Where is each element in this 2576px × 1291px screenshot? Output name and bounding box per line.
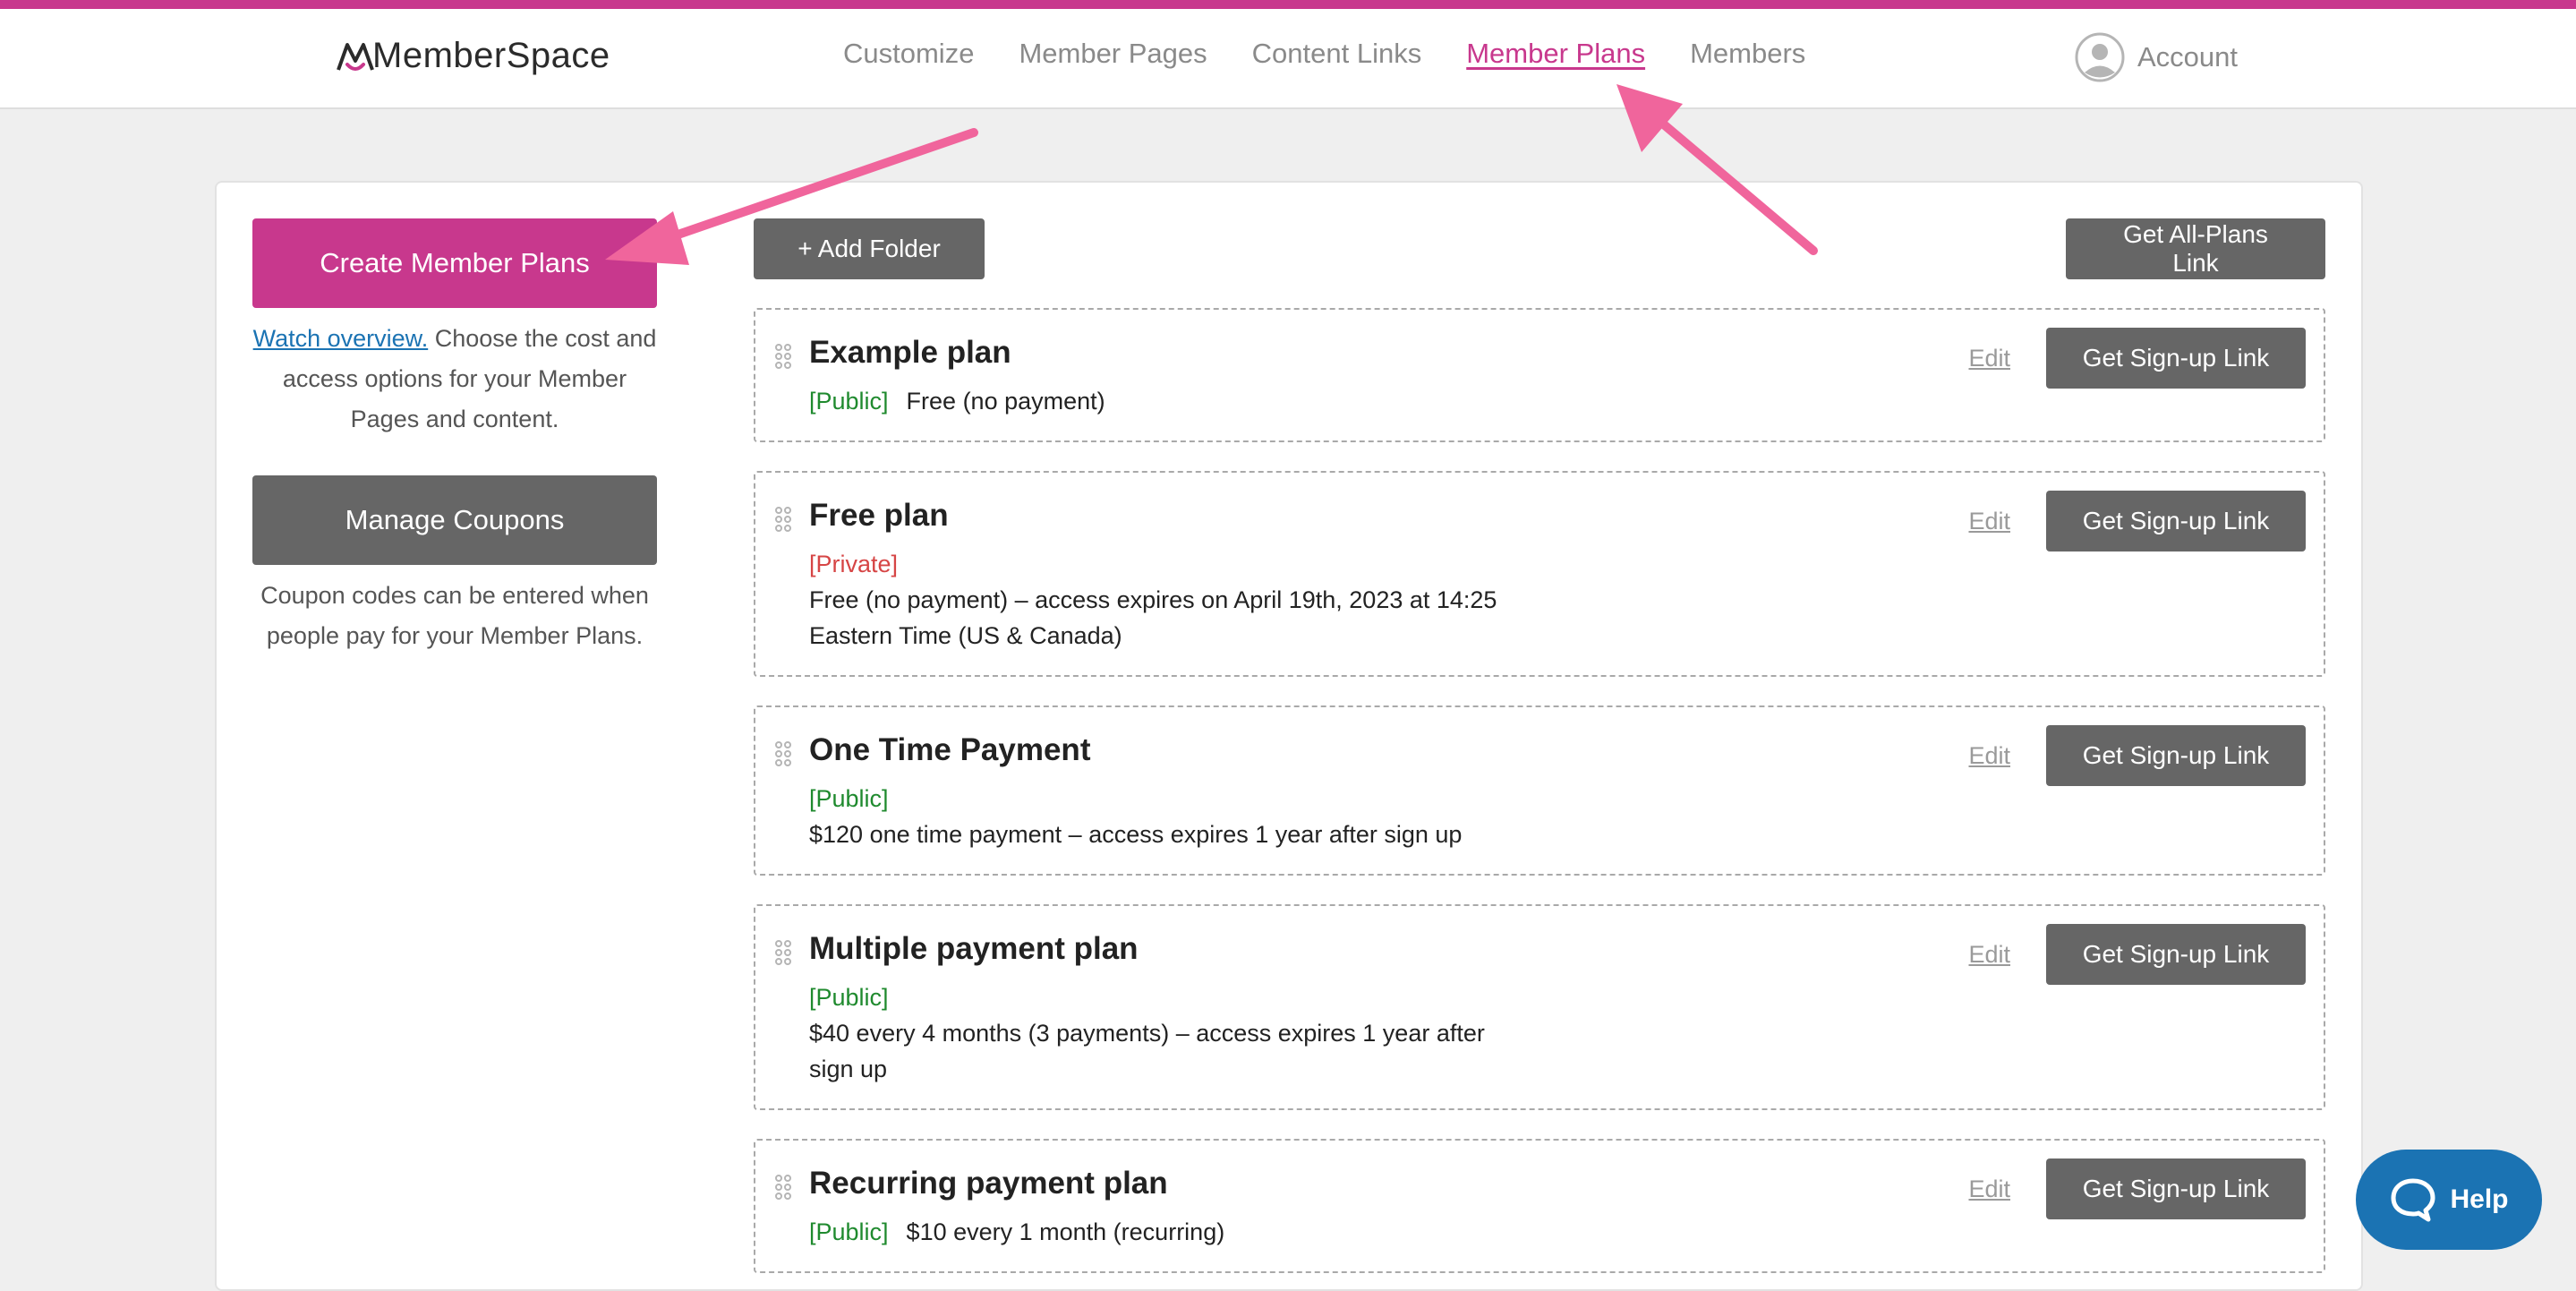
- plan-actions: Edit Get Sign-up Link: [1968, 491, 2306, 551]
- plan-row: Recurring payment plan [Public] $10 every…: [754, 1139, 2325, 1273]
- nav-members[interactable]: Members: [1690, 38, 1805, 70]
- plan-meta: [Private] Free (no payment) – access expi…: [809, 546, 1507, 654]
- create-plans-description: Watch overview. Choose the cost and acce…: [252, 319, 657, 440]
- plans-sidebar: Create Member Plans Watch overview. Choo…: [252, 218, 657, 656]
- plan-details: Free (no payment) – access expires on Ap…: [809, 586, 1497, 649]
- plans-list-area: + Add Folder Get All-Plans Link Example …: [754, 218, 2325, 1273]
- add-folder-button[interactable]: + Add Folder: [754, 218, 985, 279]
- get-signup-link-button[interactable]: Get Sign-up Link: [2046, 328, 2306, 389]
- account-menu[interactable]: Account: [2075, 32, 2238, 82]
- member-plans-card: Create Member Plans Watch overview. Choo…: [215, 181, 2363, 1291]
- plan-row: One Time Payment [Public] $120 one time p…: [754, 705, 2325, 876]
- app-header: MemberSpace Customize Member Pages Conte…: [0, 9, 2576, 109]
- drag-handle-icon[interactable]: [773, 1173, 793, 1201]
- drag-handle-icon[interactable]: [773, 342, 793, 371]
- brand-top-bar: [0, 0, 2576, 9]
- plan-details: $10 every 1 month (recurring): [906, 1218, 1225, 1245]
- plan-details: Free (no payment): [906, 388, 1105, 415]
- get-all-plans-link-button[interactable]: Get All-Plans Link: [2066, 218, 2325, 279]
- nav-customize[interactable]: Customize: [843, 38, 974, 70]
- manage-coupons-button[interactable]: Manage Coupons: [252, 475, 657, 565]
- get-signup-link-button[interactable]: Get Sign-up Link: [2046, 1158, 2306, 1219]
- plan-actions: Edit Get Sign-up Link: [1968, 328, 2306, 389]
- memberspace-logo-icon: [337, 42, 374, 71]
- edit-plan-link[interactable]: Edit: [1968, 345, 2010, 372]
- watch-overview-link[interactable]: Watch overview.: [253, 325, 429, 352]
- plan-row: Free plan [Private] Free (no payment) – a…: [754, 471, 2325, 677]
- help-label: Help: [2450, 1184, 2509, 1214]
- plan-details: $40 every 4 months (3 payments) – access…: [809, 1020, 1485, 1082]
- create-member-plans-button[interactable]: Create Member Plans: [252, 218, 657, 308]
- edit-plan-link[interactable]: Edit: [1968, 941, 2010, 969]
- nav-member-pages[interactable]: Member Pages: [1019, 38, 1207, 70]
- help-button[interactable]: Help: [2356, 1150, 2542, 1250]
- main-nav: Customize Member Pages Content Links Mem…: [843, 38, 1805, 70]
- get-signup-link-button[interactable]: Get Sign-up Link: [2046, 924, 2306, 985]
- plan-actions: Edit Get Sign-up Link: [1968, 924, 2306, 985]
- nav-member-plans[interactable]: Member Plans: [1466, 38, 1645, 70]
- nav-content-links[interactable]: Content Links: [1252, 38, 1422, 70]
- plan-row: Multiple payment plan [Public] $40 every …: [754, 904, 2325, 1110]
- account-label: Account: [2137, 41, 2239, 73]
- get-signup-link-button[interactable]: Get Sign-up Link: [2046, 491, 2306, 551]
- memberspace-logo[interactable]: MemberSpace: [335, 36, 610, 76]
- visibility-tag: [Public]: [809, 1218, 889, 1245]
- drag-handle-icon[interactable]: [773, 505, 793, 534]
- visibility-tag: [Public]: [809, 984, 889, 1011]
- plan-actions: Edit Get Sign-up Link: [1968, 1158, 2306, 1219]
- plan-meta: [Public] $40 every 4 months (3 payments) …: [809, 979, 1507, 1087]
- coupons-description: Coupon codes can be entered when people …: [260, 582, 649, 649]
- plan-meta: [Public] $120 one time payment – access e…: [809, 781, 1507, 852]
- visibility-tag: [Public]: [809, 785, 889, 812]
- drag-handle-icon[interactable]: [773, 938, 793, 967]
- get-signup-link-button[interactable]: Get Sign-up Link: [2046, 725, 2306, 786]
- plan-meta: [Public] Free (no payment): [809, 383, 1507, 419]
- visibility-tag: [Private]: [809, 551, 899, 577]
- edit-plan-link[interactable]: Edit: [1968, 1176, 2010, 1203]
- visibility-tag: [Public]: [809, 388, 889, 415]
- edit-plan-link[interactable]: Edit: [1968, 508, 2010, 535]
- plan-meta: [Public] $10 every 1 month (recurring): [809, 1214, 1507, 1250]
- user-avatar-icon: [2075, 32, 2125, 82]
- plan-row: Example plan [Public] Free (no payment) E…: [754, 308, 2325, 442]
- edit-plan-link[interactable]: Edit: [1968, 742, 2010, 770]
- drag-handle-icon[interactable]: [773, 740, 793, 768]
- plan-details: $120 one time payment – access expires 1…: [809, 821, 1463, 848]
- chat-bubble-icon: [2391, 1178, 2435, 1222]
- plans-toolbar: + Add Folder Get All-Plans Link: [754, 218, 2325, 279]
- plan-actions: Edit Get Sign-up Link: [1968, 725, 2306, 786]
- logo-text: MemberSpace: [372, 36, 610, 75]
